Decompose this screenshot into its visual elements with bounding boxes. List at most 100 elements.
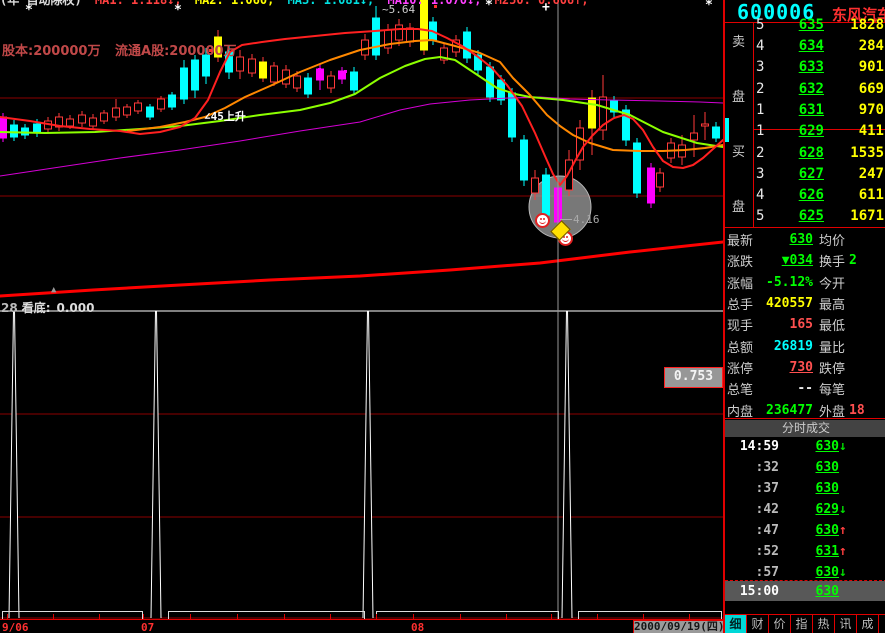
- circle-value-annotation: 4.16: [573, 213, 600, 226]
- bid-level: 1: [756, 123, 765, 139]
- stat-row: 内盘 236477 外盘 18: [727, 400, 885, 420]
- bid-row[interactable]: 1 629 411: [756, 121, 884, 141]
- ask-row[interactable]: 5 635 1828: [756, 15, 884, 35]
- candle-body: [304, 77, 312, 95]
- axis-tick: [643, 614, 644, 619]
- stat-label: 内盘: [727, 404, 754, 420]
- tick-time: :42: [755, 501, 779, 517]
- ask-price[interactable]: 632: [772, 81, 824, 97]
- tick-time: :57: [755, 564, 779, 580]
- axis-tick: [7, 614, 8, 619]
- tick-row[interactable]: 15:00 630: [727, 581, 885, 601]
- ask-volume: 284: [858, 38, 884, 54]
- bid-price[interactable]: 627: [772, 166, 824, 182]
- candle-body-up: [531, 177, 539, 194]
- tick-row[interactable]: :42 629 ↓: [727, 499, 885, 519]
- axis-tick: [330, 614, 331, 619]
- stat-value-totalvol: 420557: [766, 295, 813, 311]
- indicator-name: 看底:: [21, 301, 51, 315]
- x-axis-line: [0, 619, 723, 620]
- signal-dot: [434, 5, 437, 8]
- ask-price[interactable]: 635: [772, 17, 824, 33]
- ask-volume: 970: [858, 102, 884, 118]
- tick-price: 630: [815, 459, 839, 475]
- tab-detail[interactable]: 细: [725, 615, 747, 633]
- candle-body: [259, 61, 267, 79]
- indicator-spike: [150, 310, 162, 619]
- cursor-date-box: 2000/09/19(四): [633, 620, 724, 633]
- candle-body: [168, 94, 176, 108]
- bid-row[interactable]: 4 626 611: [756, 185, 884, 205]
- high-price-annotation: ~5.64: [382, 3, 416, 16]
- tab-deals[interactable]: 成: [857, 615, 879, 633]
- stat-row: 涨停 730 跌停: [727, 357, 885, 377]
- tab-news[interactable]: 讯: [835, 615, 857, 633]
- bid-price[interactable]: 629: [772, 123, 824, 139]
- ask-price[interactable]: 631: [772, 102, 824, 118]
- up-arrow-icon: ↑: [839, 522, 847, 538]
- stock-trading-app: (年 自动除权) MA1: 1.118↓, MA2: 1.060, MA3: 1…: [0, 0, 885, 633]
- sell-label: 盘: [732, 90, 746, 105]
- candle-body-up: [270, 65, 278, 83]
- tick-row[interactable]: :57 630 ↓: [727, 562, 885, 582]
- tick-row[interactable]: :37 630: [727, 478, 885, 498]
- float-a-label: 流通A股:200000万: [115, 44, 237, 59]
- ask-row[interactable]: 3 633 901: [756, 57, 884, 77]
- share-capital-label: 股本:200000万: [2, 44, 101, 59]
- bid-row[interactable]: 2 628 1535: [756, 143, 884, 163]
- ask-row[interactable]: 1 631 970: [756, 100, 884, 120]
- stat-label: 外盘: [819, 404, 846, 420]
- bid-volume: 611: [858, 187, 884, 203]
- signal-dot: [318, 68, 321, 71]
- ma-readout-strip: (年 自动除权) MA1: 1.118↓, MA2: 1.060, MA3: 1…: [0, 0, 723, 7]
- axis-tick: [506, 614, 507, 619]
- tab-price[interactable]: 价: [769, 615, 791, 633]
- tick-time: 15:00: [739, 583, 779, 599]
- down-arrow-icon: ↓: [839, 501, 847, 517]
- candlestick-chart[interactable]: [0, 0, 723, 633]
- ma2-readout: MA2: 1.060,: [194, 0, 275, 7]
- bid-price[interactable]: 626: [772, 187, 824, 203]
- ask-row[interactable]: 2 632 669: [756, 79, 884, 99]
- tab-index[interactable]: 指: [791, 615, 813, 633]
- candle-body-up: [236, 56, 244, 72]
- triangle-marker-icon: ▲: [51, 285, 57, 295]
- stat-row: 涨跌 ▼034 换手 2: [727, 250, 885, 270]
- ask-row[interactable]: 4 634 284: [756, 36, 884, 56]
- axis-tick: [190, 614, 191, 619]
- bid-volume: 411: [858, 123, 884, 139]
- tab-hot[interactable]: 热: [813, 615, 835, 633]
- tick-price: 630: [815, 480, 839, 496]
- ask-price[interactable]: 634: [772, 38, 824, 54]
- axis-tick: [99, 614, 100, 619]
- axis-tick: [689, 614, 690, 619]
- stat-row: 现手 165 最低: [727, 314, 885, 334]
- down-arrow-icon: ↓: [839, 564, 847, 580]
- cross-marker-icon: +: [542, 0, 550, 15]
- candle-body: [350, 71, 358, 91]
- candle-body-up: [100, 112, 108, 122]
- indicator-header: 28 看底: 0.000: [1, 299, 94, 316]
- bid-price[interactable]: 625: [772, 208, 824, 224]
- stat-value-trades: --: [797, 380, 813, 396]
- axis-tick: [460, 614, 461, 619]
- buy-label: 盘: [732, 200, 746, 215]
- tick-row[interactable]: 14:59 630 ↓: [727, 436, 885, 456]
- signal-dot: [209, 49, 212, 52]
- buy-label: 买: [732, 145, 746, 160]
- tab-finance[interactable]: 财: [747, 615, 769, 633]
- bid-row[interactable]: 3 627 247: [756, 164, 884, 184]
- stat-label: 今开: [819, 276, 846, 292]
- ask-price[interactable]: 633: [772, 59, 824, 75]
- bid-price[interactable]: 628: [772, 145, 824, 161]
- tick-row[interactable]: :52 631 ↑: [727, 541, 885, 561]
- stat-label: 总笔: [727, 382, 754, 398]
- bid-row[interactable]: 5 625 1671: [756, 206, 884, 226]
- candle-body: [372, 17, 380, 56]
- tick-price: 630: [815, 564, 839, 580]
- candle-body: [180, 67, 188, 100]
- tick-row[interactable]: :47 630 ↑: [727, 520, 885, 540]
- stat-value-inner: 236477: [766, 402, 813, 418]
- axis-tick: [376, 614, 377, 619]
- tick-row[interactable]: :32 630: [727, 457, 885, 477]
